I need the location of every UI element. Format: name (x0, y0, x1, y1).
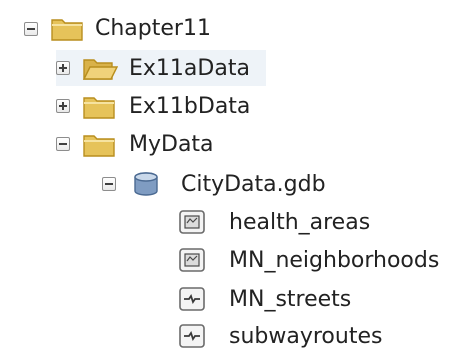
node-label: subwayroutes (229, 324, 383, 349)
tree-node-health-areas[interactable]: health_areas (178, 204, 378, 240)
node-label: health_areas (229, 210, 371, 235)
folder-icon (83, 135, 115, 157)
tree-node-mn-streets[interactable]: MN_streets (178, 281, 378, 317)
folder-icon (83, 97, 115, 119)
node-label: MyData (129, 132, 214, 157)
tree-node-mn-neighborhoods[interactable]: MN_neighborhoods (178, 242, 468, 278)
tree-node-mydata[interactable]: MyData (56, 126, 256, 162)
line-feature-class-icon (179, 287, 205, 311)
tree-node-ex11bdata[interactable]: Ex11bData (56, 88, 276, 124)
line-feature-class-icon (179, 324, 205, 348)
node-label: CityData.gdb (181, 172, 326, 197)
catalog-tree: Chapter11 Ex11aData Ex11bData MyData Cit… (0, 0, 473, 353)
expand-icon[interactable] (56, 99, 70, 113)
node-label: Ex11bData (129, 94, 251, 119)
collapse-icon[interactable] (56, 137, 70, 151)
folder-icon (51, 19, 83, 41)
tree-node-ex11adata[interactable]: Ex11aData (56, 50, 266, 86)
polygon-feature-class-icon (179, 248, 205, 272)
polygon-feature-class-icon (179, 210, 205, 234)
expand-icon[interactable] (56, 61, 70, 75)
folder-open-icon (82, 59, 118, 80)
geodatabase-icon (134, 172, 158, 196)
tree-node-chapter11[interactable]: Chapter11 (0, 11, 240, 47)
collapse-icon[interactable] (102, 177, 116, 191)
node-label: MN_neighborhoods (229, 248, 440, 273)
tree-node-citydata-gdb[interactable]: CityData.gdb (102, 166, 362, 202)
node-label: MN_streets (229, 287, 352, 312)
collapse-icon[interactable] (24, 22, 38, 36)
node-label: Chapter11 (95, 16, 211, 41)
tree-node-subwayroutes[interactable]: subwayroutes (178, 318, 382, 354)
node-label: Ex11aData (129, 56, 250, 81)
